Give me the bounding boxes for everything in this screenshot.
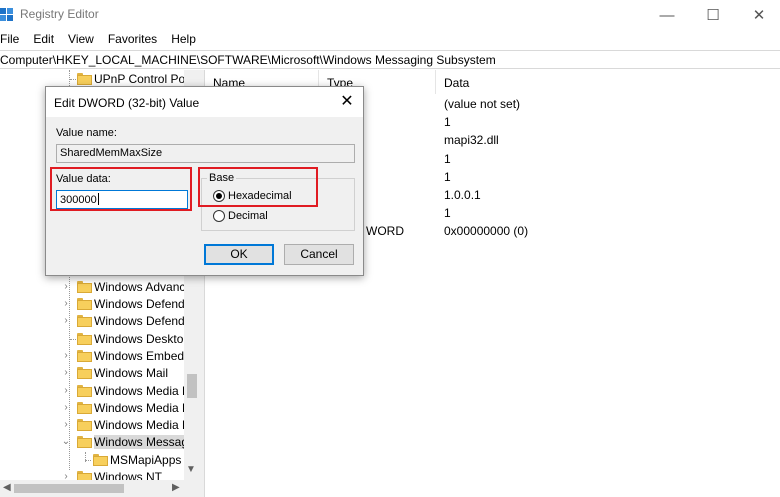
address-bar[interactable]: Computer\HKEY_LOCAL_MACHINE\SOFTWARE\Mic…: [0, 50, 780, 69]
value-name-text: SharedMemMaxSize: [60, 147, 163, 159]
chevron-right-icon[interactable]: ›: [61, 349, 71, 363]
tree-item[interactable]: › Windows Media D: [0, 383, 190, 400]
tree-horizontal-scrollbar[interactable]: ◀ ▶: [0, 480, 200, 497]
chevron-right-icon[interactable]: ›: [61, 314, 71, 328]
value-data-cell[interactable]: 0x00000000 (0): [444, 224, 528, 238]
tree-item-label: Windows Embedd: [94, 349, 191, 363]
chevron-right-icon[interactable]: ›: [61, 366, 71, 380]
scroll-right-icon[interactable]: ▶: [172, 482, 180, 493]
value-data-cell[interactable]: 1.0.0.1: [444, 188, 481, 202]
value-data-cell[interactable]: mapi32.dll: [444, 133, 499, 147]
value-name-field: SharedMemMaxSize: [56, 144, 355, 163]
chevron-down-icon[interactable]: ⌄: [61, 435, 71, 449]
folder-icon: [77, 281, 92, 293]
value-type-cell[interactable]: WORD: [366, 224, 404, 238]
chevron-right-icon[interactable]: ›: [61, 401, 71, 415]
base-highlight: [198, 167, 318, 207]
tree-item[interactable]: › Windows Media F: [0, 400, 189, 417]
folder-icon: [77, 315, 92, 327]
tree-item-label: Windows Desktop: [94, 332, 191, 346]
tree-item-label: Windows Media F: [94, 401, 190, 415]
tree-guide-line: [70, 79, 76, 80]
tree-item[interactable]: › Windows Defend: [0, 313, 184, 330]
tree-item[interactable]: › Windows Defend: [0, 296, 184, 313]
menu-help[interactable]: Help: [171, 30, 196, 48]
scrollbar-thumb[interactable]: [187, 374, 197, 398]
folder-icon: [77, 402, 92, 414]
tree-guide-line: [85, 460, 91, 461]
menu-bar: File Edit View Favorites Help: [0, 30, 780, 48]
scroll-left-icon[interactable]: ◀: [3, 482, 11, 493]
value-name-label: Value name:: [56, 127, 117, 139]
registry-editor-icon: [0, 8, 13, 21]
maximize-icon: ☐: [706, 7, 720, 24]
tree-item-label: UPnP Control Poi: [94, 72, 188, 86]
value-data-highlight: [50, 167, 192, 211]
tree-item[interactable]: Windows Desktop: [0, 331, 190, 348]
cancel-button[interactable]: Cancel: [284, 244, 354, 265]
tree-item-label: Windows Mail: [94, 366, 169, 380]
tree-item-label: Windows Messag: [94, 435, 189, 449]
value-data-cell[interactable]: 1: [444, 152, 451, 166]
menu-view[interactable]: View: [68, 30, 94, 48]
tree-item-label: Windows Advanc: [94, 280, 186, 294]
decimal-label[interactable]: Decimal: [228, 210, 268, 222]
folder-icon: [77, 419, 92, 431]
chevron-right-icon[interactable]: ›: [61, 297, 71, 311]
value-data-cell[interactable]: 1: [444, 206, 451, 220]
menu-file[interactable]: File: [0, 30, 19, 48]
title-bar: Registry Editor — ☐ ✕: [0, 0, 780, 30]
maximize-button[interactable]: ☐: [690, 0, 736, 30]
tree-item[interactable]: MSMapiApps: [0, 452, 184, 469]
tree-item-label: Windows Media D: [94, 384, 191, 398]
chevron-right-icon[interactable]: ›: [61, 280, 71, 294]
folder-icon: [77, 367, 92, 379]
tree-item[interactable]: › Windows Advanc: [0, 279, 186, 296]
menu-edit[interactable]: Edit: [33, 30, 54, 48]
ok-button[interactable]: OK: [204, 244, 274, 265]
tree-item-label: MSMapiApps: [110, 453, 182, 467]
dialog-title-bar: Edit DWORD (32-bit) Value ✕: [46, 87, 363, 117]
minimize-icon: —: [659, 6, 675, 24]
close-button[interactable]: ✕: [736, 0, 780, 30]
tree-guide-line: [70, 339, 76, 340]
tree-item[interactable]: › Windows Mail: [0, 365, 184, 382]
chevron-right-icon[interactable]: ›: [61, 384, 71, 398]
decimal-radio[interactable]: [213, 210, 225, 222]
tree-item[interactable]: › Windows Media F: [0, 417, 189, 434]
tree-item-label: Windows Defend: [94, 314, 185, 328]
column-header-data[interactable]: Data: [436, 70, 636, 94]
value-data-cell[interactable]: 1: [444, 115, 451, 129]
scroll-down-icon[interactable]: ▼: [186, 464, 196, 475]
menu-favorites[interactable]: Favorites: [108, 30, 157, 48]
window-title: Registry Editor: [20, 7, 99, 21]
dialog-close-icon[interactable]: ✕: [336, 91, 358, 113]
minimize-button[interactable]: —: [644, 0, 690, 30]
folder-icon: [77, 298, 92, 310]
value-data-cell[interactable]: (value not set): [444, 97, 520, 111]
value-data-cell[interactable]: 1: [444, 170, 451, 184]
folder-icon: [93, 454, 108, 466]
tree-item[interactable]: › Windows Embedd: [0, 348, 190, 365]
folder-icon: [77, 385, 92, 397]
folder-icon: [77, 333, 92, 345]
tree-item-selected[interactable]: ⌄ Windows Messag: [0, 434, 189, 451]
folder-icon: [77, 73, 92, 85]
tree-item-label: Windows Media F: [94, 418, 190, 432]
chevron-right-icon[interactable]: ›: [61, 418, 71, 432]
scrollbar-thumb[interactable]: [14, 484, 124, 493]
folder-icon: [77, 436, 92, 448]
tree-item-label: Windows Defend: [94, 297, 185, 311]
close-icon: ✕: [752, 7, 766, 24]
dialog-title: Edit DWORD (32-bit) Value: [54, 96, 200, 110]
folder-icon: [77, 350, 92, 362]
